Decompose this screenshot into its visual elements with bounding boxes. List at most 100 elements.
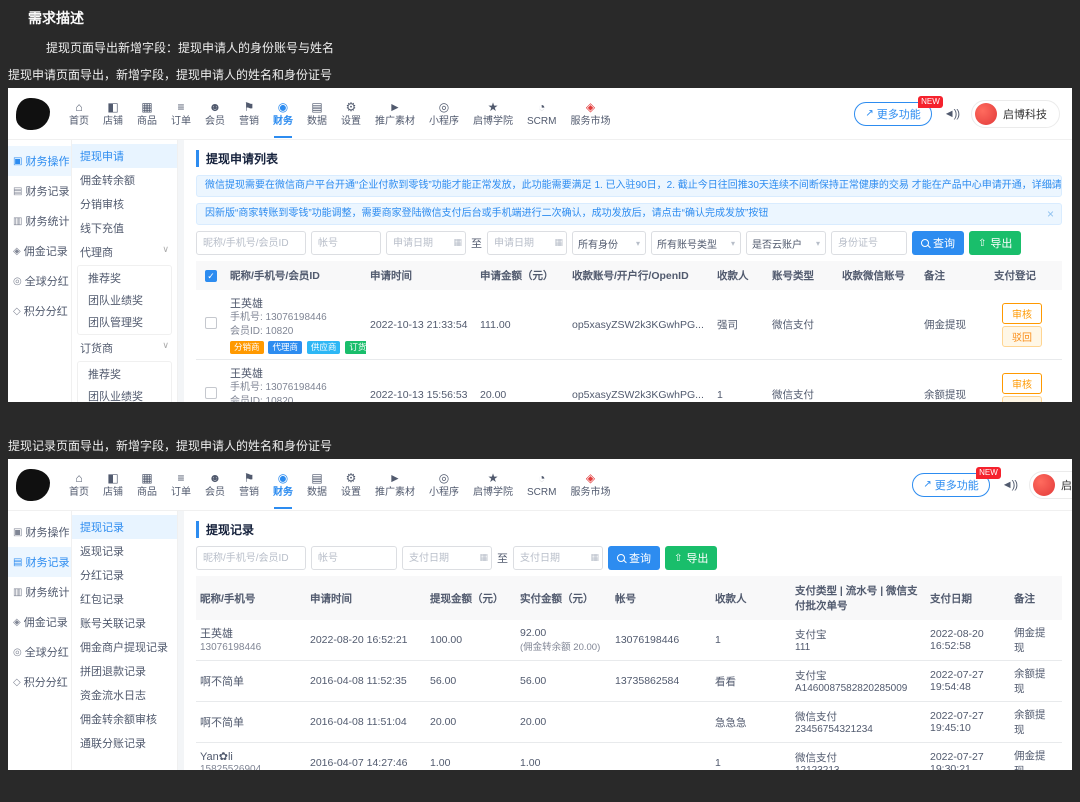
audit-button[interactable]: 审核	[1002, 302, 1042, 324]
sidebar-item-finance-statistics[interactable]: ▥ 财务统计	[8, 577, 71, 607]
identity-select[interactable]: 所有身份 ▾	[572, 231, 646, 255]
nav-item-finance[interactable]: ◉ 财务	[266, 97, 300, 138]
nav-item-academy[interactable]: ★ 启博学院	[466, 97, 520, 131]
nav-item-miniprogram[interactable]: ◎ 小程序	[422, 97, 466, 131]
menu-offline-recharge[interactable]: 线下充值	[72, 216, 177, 240]
pay-date-end-input[interactable]	[513, 546, 603, 570]
nav-item-orders[interactable]: ≡ 订单	[164, 97, 198, 131]
nav-item-settings[interactable]: ⚙ 设置	[334, 97, 368, 131]
sidebar-item-commission-records[interactable]: ◈ 佣金记录	[8, 607, 71, 637]
nav-item-marketing[interactable]: ⚑ 营销	[232, 97, 266, 131]
nav-item-miniprogram[interactable]: ◎ 小程序	[422, 468, 466, 502]
apply-date-end-picker[interactable]: ▦	[487, 231, 567, 255]
brand-account[interactable]: 启博科技	[1029, 470, 1072, 499]
sidebar-item-global-dividend[interactable]: ◎ 全球分红	[8, 266, 71, 296]
apply-date-end-input[interactable]	[487, 231, 567, 255]
return-button[interactable]: 退回	[1002, 395, 1042, 402]
nav-item-promo-material[interactable]: ► 推广素材	[368, 97, 422, 131]
nav-item-members[interactable]: ☻ 会员	[198, 97, 232, 131]
row-checkbox[interactable]	[205, 317, 217, 329]
sidebar-item-global-dividend[interactable]: ◎ 全球分红	[8, 637, 71, 667]
menu-distribution-audit[interactable]: 分销审核	[72, 192, 177, 216]
nav-item-home[interactable]: ⌂ 首页	[62, 97, 96, 131]
export-button[interactable]: ⇧ 导出	[969, 231, 1022, 255]
nav-item-goods[interactable]: ▦ 商品	[130, 97, 164, 131]
nav-item-academy[interactable]: ★ 启博学院	[466, 468, 520, 502]
menu-dealer-referral-bonus[interactable]: 推荐奖	[78, 363, 171, 385]
menu-dealer-team-performance-bonus[interactable]: 团队业绩奖	[78, 385, 171, 402]
menu-commission-to-balance[interactable]: 佣金转余额	[72, 168, 177, 192]
menu-merchant-withdraw-records[interactable]: 佣金商户提现记录	[72, 635, 177, 659]
menu-dividend-records[interactable]: 分红记录	[72, 563, 177, 587]
nav-item-marketing[interactable]: ⚑ 营销	[232, 468, 266, 502]
nav-item-data[interactable]: ▤ 数据	[300, 97, 334, 131]
member-name[interactable]: 啊不简单	[200, 714, 302, 730]
menu-tonglian-split-records[interactable]: 通联分账记录	[72, 731, 177, 755]
brand-account[interactable]: 启博科技	[971, 99, 1060, 128]
menu-dealer-group[interactable]: 订货商 ∨	[72, 336, 177, 360]
sidebar-item-finance-operations[interactable]: ▣ 财务操作	[8, 517, 71, 547]
menu-cashback-records[interactable]: 返现记录	[72, 539, 177, 563]
select-all-checkbox[interactable]: ✓	[205, 269, 217, 282]
idcard-input[interactable]	[831, 231, 907, 255]
menu-redpacket-records[interactable]: 红包记录	[72, 587, 177, 611]
pay-date-start-input[interactable]	[402, 546, 492, 570]
member-name[interactable]: 啊不简单	[200, 673, 302, 689]
sidebar-item-finance-statistics[interactable]: ▥ 财务统计	[8, 206, 71, 236]
close-icon[interactable]: ×	[1047, 204, 1054, 224]
nav-item-settings[interactable]: ⚙ 设置	[334, 468, 368, 502]
cloud-account-select[interactable]: 是否云账户 ▾	[746, 231, 826, 255]
account-input[interactable]	[311, 231, 381, 255]
announcement-speaker-icon[interactable]: ◄))	[944, 108, 960, 120]
keyword-input[interactable]	[196, 546, 306, 570]
export-button[interactable]: ⇧ 导出	[665, 546, 718, 570]
keyword-input[interactable]	[196, 231, 306, 255]
nav-item-scrm[interactable]: ◔ SCRM	[520, 468, 563, 502]
nav-item-shop[interactable]: ◧ 店铺	[96, 468, 130, 502]
announcement-speaker-icon[interactable]: ◄))	[1002, 479, 1018, 491]
nav-item-shop[interactable]: ◧ 店铺	[96, 97, 130, 131]
menu-account-link-records[interactable]: 账号关联记录	[72, 611, 177, 635]
menu-fund-flow-log[interactable]: 资金流水日志	[72, 683, 177, 707]
sidebar-item-points-dividend[interactable]: ◇ 积分分红	[8, 667, 71, 697]
menu-groupbuy-refund-records[interactable]: 拼团退款记录	[72, 659, 177, 683]
close-icon[interactable]: ×	[1047, 176, 1054, 196]
sidebar-item-finance-records[interactable]: ▤ 财务记录	[8, 176, 71, 206]
nav-item-service-market[interactable]: ◈ 服务市场	[563, 468, 617, 502]
nav-item-goods[interactable]: ▦ 商品	[130, 468, 164, 502]
nav-item-promo-material[interactable]: ► 推广素材	[368, 468, 422, 502]
sidebar-item-commission-records[interactable]: ◈ 佣金记录	[8, 236, 71, 266]
menu-withdraw-records[interactable]: 提现记录	[72, 515, 177, 539]
member-name[interactable]: 王英雄	[230, 295, 362, 311]
audit-button[interactable]: 审核	[1002, 372, 1042, 394]
nav-item-scrm[interactable]: ◔ SCRM	[520, 97, 563, 131]
account-input[interactable]	[311, 546, 397, 570]
nav-item-service-market[interactable]: ◈ 服务市场	[563, 97, 617, 131]
sidebar-item-finance-operations[interactable]: ▣ 财务操作	[8, 146, 71, 176]
menu-agent-team-performance-bonus[interactable]: 团队业绩奖	[78, 289, 171, 311]
apply-date-start-picker[interactable]: ▦	[386, 231, 466, 255]
menu-agent-team-management-bonus[interactable]: 团队管理奖	[78, 311, 171, 333]
search-button[interactable]: 查询	[912, 231, 964, 255]
nav-item-members[interactable]: ☻ 会员	[198, 468, 232, 502]
nav-item-home[interactable]: ⌂ 首页	[62, 468, 96, 502]
member-name[interactable]: 王英雄	[230, 365, 362, 381]
menu-commission-balance-audit[interactable]: 佣金转余额审核	[72, 707, 177, 731]
more-features-button[interactable]: ↗ 更多功能 NEW	[854, 95, 943, 126]
member-name[interactable]: Yan✿li	[200, 750, 302, 763]
row-checkbox[interactable]	[205, 387, 217, 399]
reject-button[interactable]: 驳回	[1002, 325, 1042, 347]
member-name[interactable]: 王英雄	[200, 625, 302, 641]
pay-date-start-picker[interactable]: ▦	[402, 546, 492, 570]
sidebar-item-finance-records[interactable]: ▤ 财务记录	[8, 547, 71, 577]
pay-date-end-picker[interactable]: ▦	[513, 546, 603, 570]
nav-item-finance[interactable]: ◉ 财务	[266, 468, 300, 509]
search-button[interactable]: 查询	[608, 546, 660, 570]
sidebar-item-points-dividend[interactable]: ◇ 积分分红	[8, 296, 71, 326]
apply-date-start-input[interactable]	[386, 231, 466, 255]
menu-agent-group[interactable]: 代理商 ∨	[72, 240, 177, 264]
account-type-select[interactable]: 所有账号类型 ▾	[651, 231, 741, 255]
nav-item-orders[interactable]: ≡ 订单	[164, 468, 198, 502]
menu-withdraw-apply[interactable]: 提现申请	[72, 144, 177, 168]
menu-agent-referral-bonus[interactable]: 推荐奖	[78, 267, 171, 289]
